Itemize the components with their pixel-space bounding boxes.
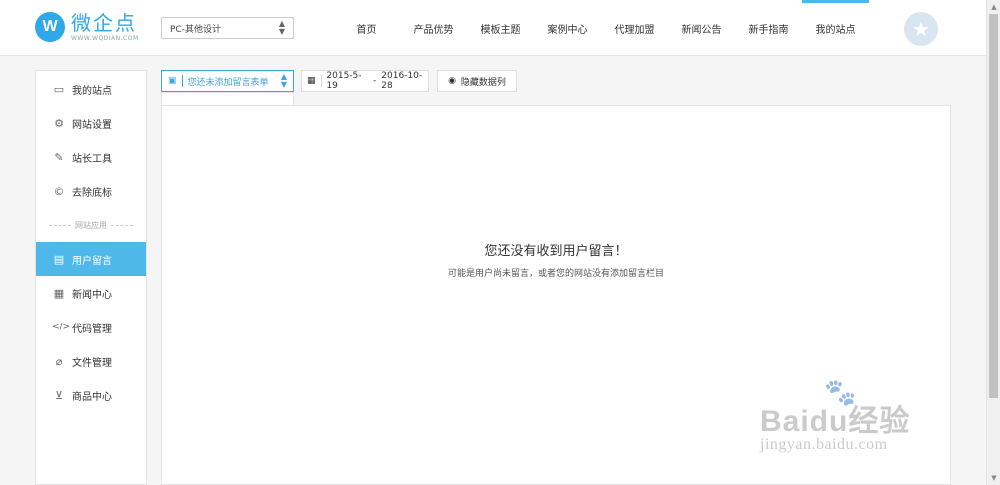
cart-icon: ⊻ bbox=[54, 388, 64, 402]
logo-url: WWW.WQDIAN.COM bbox=[71, 34, 139, 42]
eye-icon: ◉ bbox=[448, 76, 456, 86]
monitor-icon: ▭ bbox=[53, 82, 65, 96]
sidebar-item-product-center[interactable]: ⊻ 商品中心 bbox=[36, 378, 146, 412]
updown-arrow-icon: ▲ ▼ bbox=[278, 19, 285, 36]
sidebar-item-label: 网站设置 bbox=[72, 119, 112, 131]
nav-agents[interactable]: 代理加盟 bbox=[601, 0, 668, 56]
news-icon: ▦ bbox=[53, 286, 65, 300]
nav-home[interactable]: 首页 bbox=[333, 0, 400, 56]
sidebar-item-my-sites[interactable]: ▭ 我的站点 bbox=[36, 72, 146, 106]
sidebar-item-label: 商品中心 bbox=[72, 391, 112, 403]
page-scrollbar[interactable]: ▲ ▼ bbox=[986, 0, 1000, 485]
top-header: W 微企点 WWW.WQDIAN.COM PC-其他设计 ▲ ▼ 首页 产品优势 … bbox=[0, 0, 986, 56]
divider bbox=[320, 75, 322, 87]
sidebar-item-file-management[interactable]: ⌀ 文件管理 bbox=[36, 344, 146, 378]
copyright-icon: © bbox=[53, 184, 65, 198]
sidebar: ▭ 我的站点 ⚙ 网站设置 ✎ 站长工具 © 去除底标 网站应用 ▤ 用户留言 … bbox=[35, 70, 147, 485]
sidebar-item-label: 文件管理 bbox=[72, 357, 112, 369]
scroll-up-arrow-icon[interactable]: ▲ bbox=[987, 0, 1000, 14]
date-start: 2015-5-19 bbox=[326, 71, 362, 91]
sidebar-section-label: 网站应用 bbox=[36, 208, 146, 242]
form-select-left: ▣ 您还未添加留言表单 bbox=[168, 75, 269, 88]
site-select-value: PC-其他设计 bbox=[170, 24, 221, 35]
sidebar-item-user-messages[interactable]: ▤ 用户留言 bbox=[36, 242, 146, 276]
code-icon: </> bbox=[52, 322, 71, 332]
message-form-select[interactable]: ▣ 您还未添加留言表单 ▲ ▼ bbox=[161, 70, 294, 92]
nav-product-advantages[interactable]: 产品优势 bbox=[400, 0, 467, 56]
sidebar-item-label: 我的站点 bbox=[72, 85, 112, 97]
sidebar-item-webmaster-tools[interactable]: ✎ 站长工具 bbox=[36, 140, 146, 174]
empty-state-subtitle: 可能是用户尚未留言，或者您的网站没有添加留言栏目 bbox=[447, 269, 664, 279]
sidebar-item-label: 新闻中心 bbox=[72, 289, 112, 301]
form-select-value: 您还未添加留言表单 bbox=[187, 77, 269, 88]
nav-cases[interactable]: 案例中心 bbox=[534, 0, 601, 56]
message-icon: ▤ bbox=[53, 252, 65, 266]
hide-columns-button[interactable]: ◉ 隐藏数据列 bbox=[437, 70, 517, 92]
nav-guide[interactable]: 新手指南 bbox=[735, 0, 802, 56]
scroll-thumb[interactable] bbox=[989, 14, 998, 398]
baidu-watermark: 🐾 Baidu经验 jingyan.baidu.com bbox=[760, 378, 950, 468]
sidebar-item-label: 用户留言 bbox=[72, 255, 112, 267]
nav-templates[interactable]: 模板主题 bbox=[467, 0, 534, 56]
form-icon: ▣ bbox=[168, 76, 177, 86]
logo-mark-icon: W bbox=[35, 12, 65, 42]
gear-icon: ⚙ bbox=[54, 116, 64, 130]
watermark-main: Baidu经验 bbox=[760, 405, 911, 438]
site-select[interactable]: PC-其他设计 ▲ ▼ bbox=[161, 17, 294, 39]
scroll-down-arrow-icon[interactable]: ▼ bbox=[987, 471, 1000, 485]
logo[interactable]: W 微企点 WWW.WQDIAN.COM bbox=[35, 12, 139, 42]
sidebar-item-label: 去除底标 bbox=[72, 187, 112, 199]
nav-news[interactable]: 新闻公告 bbox=[668, 0, 735, 56]
sidebar-item-news-center[interactable]: ▦ 新闻中心 bbox=[36, 276, 146, 310]
main-nav: 首页 产品优势 模板主题 案例中心 代理加盟 新闻公告 新手指南 我的站点 bbox=[333, 0, 869, 56]
watermark-url: jingyan.baidu.com bbox=[760, 436, 888, 453]
logo-text: 微企点 WWW.WQDIAN.COM bbox=[71, 13, 139, 42]
sidebar-item-site-settings[interactable]: ⚙ 网站设置 bbox=[36, 106, 146, 140]
updown-arrow-icon: ▲ ▼ bbox=[280, 72, 287, 89]
nav-my-sites[interactable]: 我的站点 bbox=[802, 0, 869, 56]
sidebar-item-label: 站长工具 bbox=[72, 153, 112, 165]
hide-columns-label: 隐藏数据列 bbox=[460, 77, 506, 88]
date-range-picker[interactable]: ▦ 2015-5-19 - 2016-10-28 bbox=[301, 70, 429, 92]
star-icon: ★ bbox=[912, 17, 930, 41]
wrench-icon: ✎ bbox=[54, 150, 64, 164]
date-separator: - bbox=[373, 76, 377, 86]
section-label-text: 网站应用 bbox=[75, 220, 107, 230]
divider bbox=[181, 75, 183, 87]
date-end: 2016-10-28 bbox=[381, 71, 423, 91]
sidebar-item-remove-footer[interactable]: © 去除底标 bbox=[36, 174, 146, 208]
sidebar-item-code-management[interactable]: </> 代码管理 bbox=[36, 310, 146, 344]
avatar[interactable]: ★ bbox=[904, 12, 938, 46]
calendar-icon: ▦ bbox=[307, 76, 316, 86]
empty-state-title: 您还没有收到用户留言！ bbox=[484, 244, 628, 259]
paperclip-icon: ⌀ bbox=[55, 354, 63, 368]
sidebar-item-label: 代码管理 bbox=[72, 323, 112, 335]
logo-name: 微企点 bbox=[71, 10, 137, 35]
